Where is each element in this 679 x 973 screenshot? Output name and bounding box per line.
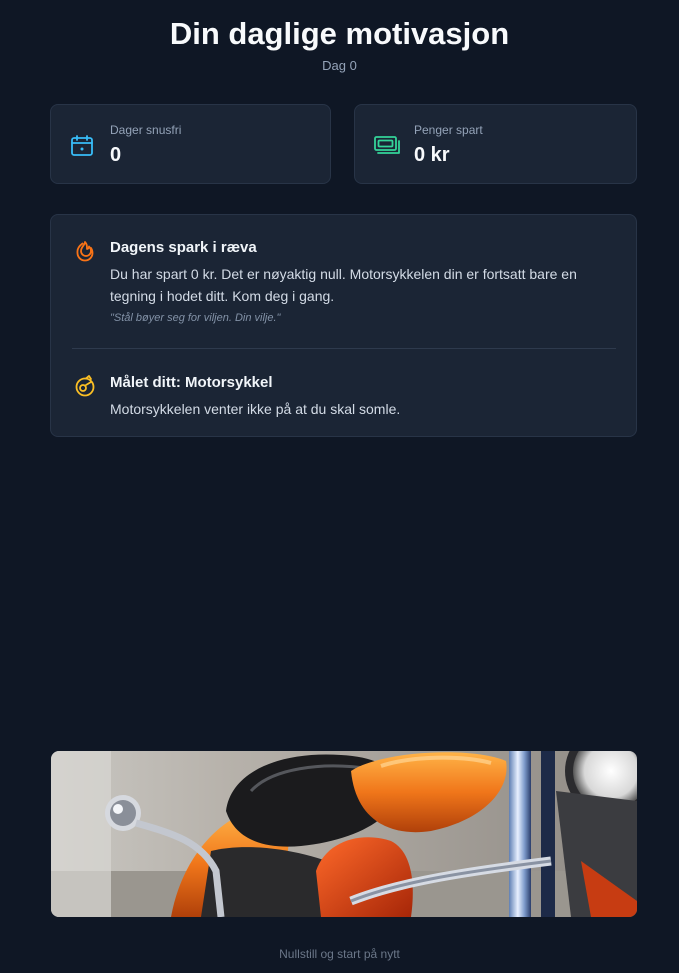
divider xyxy=(72,348,616,349)
calendar-icon xyxy=(70,134,94,158)
reset-link[interactable]: Nullstill og start på nytt xyxy=(0,946,679,962)
daily-kick-text: Du har spart 0 kr. Det er nøyaktig null.… xyxy=(110,266,577,304)
daily-kick-title: Dagens spark i ræva xyxy=(110,239,257,256)
goal-icon xyxy=(73,374,97,398)
stat-card-days: Dager snusfri 0 xyxy=(50,104,331,184)
stat-value-money: 0 kr xyxy=(414,144,450,166)
header: Din daglige motivasjon Dag 0 xyxy=(0,14,679,74)
day-counter: Dag 0 xyxy=(322,58,357,73)
stat-value-days: 0 xyxy=(110,144,122,166)
page-title: Din daglige motivasjon xyxy=(169,16,510,51)
page: Din daglige motivasjon Dag 0 Dager snusf… xyxy=(0,0,679,973)
goal-text: Motorsykkelen venter ikke på at du skal … xyxy=(110,401,401,417)
motivation-card: Dagens spark i ræva Du har spart 0 kr. D… xyxy=(50,214,637,437)
motorcycle-image xyxy=(51,751,637,917)
stat-label-money: Penger spart xyxy=(414,123,483,137)
goal-title: Målet ditt: Motorsykkel xyxy=(110,374,273,391)
daily-quote: "Stål bøyer seg for viljen. Din vilje." xyxy=(110,312,281,324)
flame-icon xyxy=(73,239,97,263)
money-icon xyxy=(374,134,400,158)
stat-label-days: Dager snusfri xyxy=(110,123,182,137)
stat-card-money: Penger spart 0 kr xyxy=(354,104,637,184)
